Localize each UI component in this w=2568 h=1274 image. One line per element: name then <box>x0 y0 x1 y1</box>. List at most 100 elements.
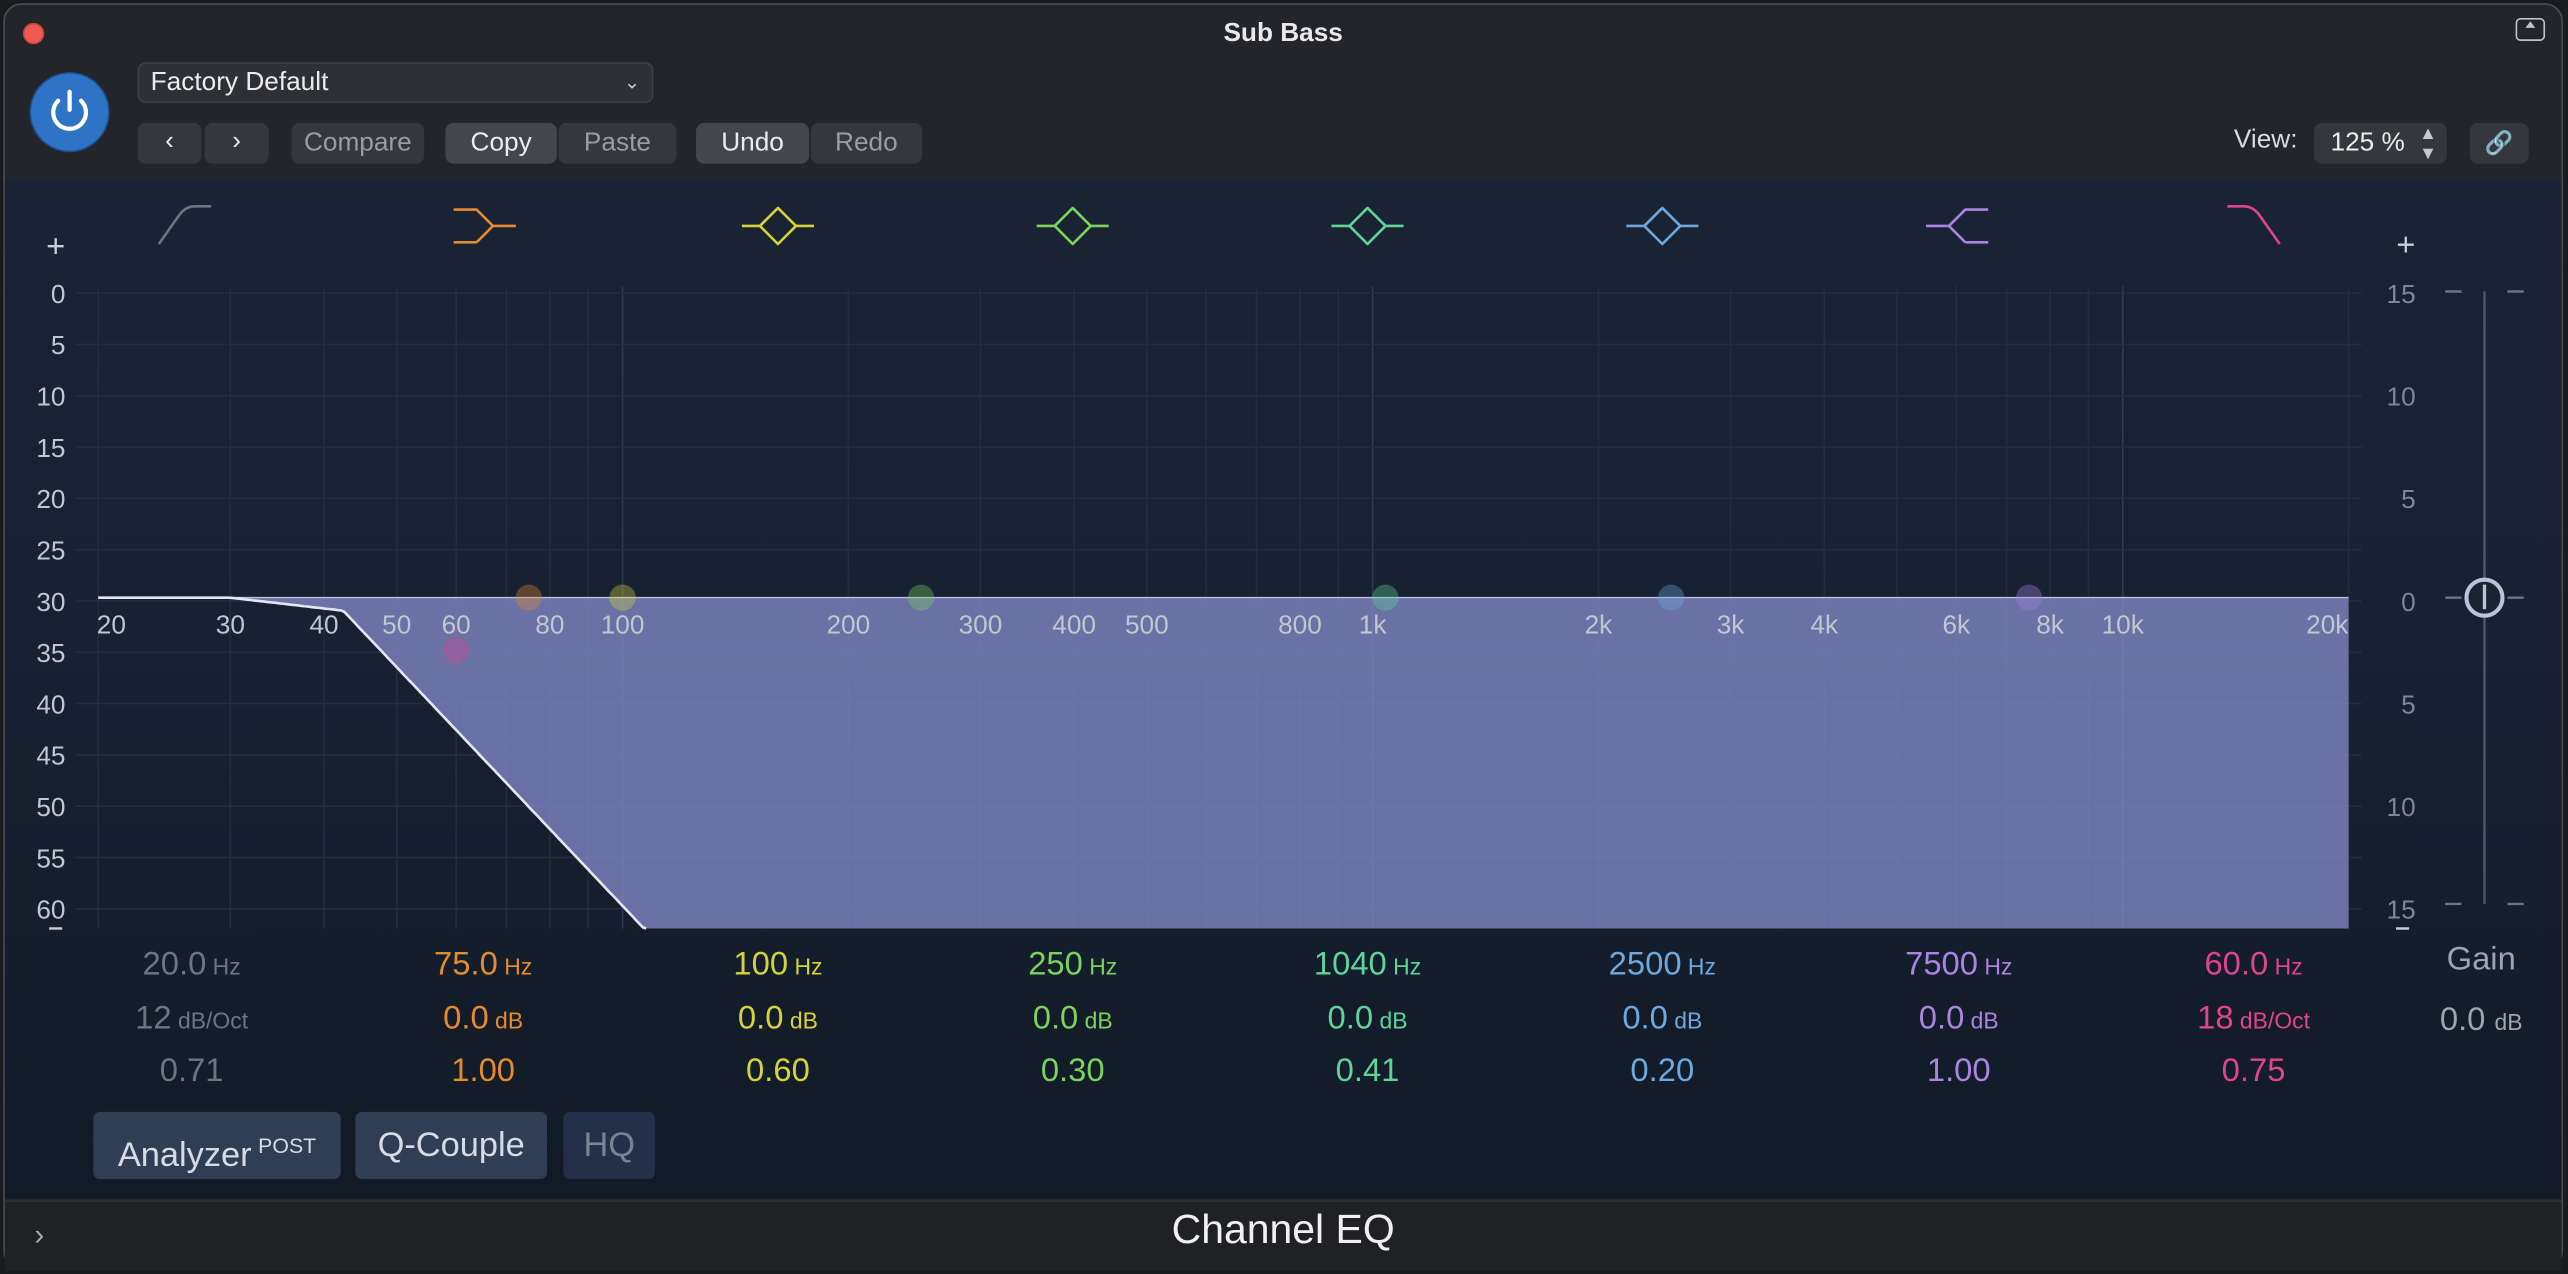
frequency-tick-label: 6k <box>1942 610 1971 640</box>
hq-button[interactable]: HQ <box>563 1111 656 1180</box>
gain-tick-label: 15 <box>2387 895 2416 925</box>
gain-slider[interactable] <box>2445 290 2524 906</box>
low-shelf-icon[interactable] <box>453 208 516 244</box>
gain-tick-label: 10 <box>2387 382 2416 412</box>
band-frequency[interactable]: 7500 Hz <box>1828 946 2090 984</box>
gain-tick-label: 15 <box>2387 279 2416 309</box>
value: 0.30 <box>1040 1052 1105 1089</box>
band-q[interactable]: 0.41 <box>1237 1053 1499 1091</box>
band-frequency[interactable]: 2500 Hz <box>1531 946 1793 984</box>
footer-bar: › Channel EQ <box>4 1200 2562 1271</box>
value: 0.75 <box>2221 1052 2286 1089</box>
plugin-name: Channel EQ <box>1171 1206 1395 1253</box>
band-gain-or-slope[interactable]: 12 dB/Oct <box>61 1001 323 1039</box>
value: 12 <box>135 1000 172 1037</box>
db-tick-label: 5 <box>51 330 66 360</box>
band-gain-or-slope[interactable]: 0.0 dB <box>942 1001 1204 1039</box>
unit: dB/Oct <box>2233 1007 2311 1034</box>
unit: dB <box>783 1007 818 1034</box>
add-right-plus[interactable]: + <box>2396 225 2415 262</box>
band-handle[interactable] <box>609 584 636 611</box>
frequency-tick-label: 80 <box>535 610 564 640</box>
db-tick-label: 25 <box>36 535 65 565</box>
bell-icon[interactable] <box>1331 206 1404 246</box>
band-gain-or-slope[interactable]: 0.0 dB <box>352 1001 614 1039</box>
value: 2500 <box>1608 946 1682 983</box>
high-shelf-icon[interactable] <box>1926 208 1989 244</box>
band-frequency[interactable]: 1040 Hz <box>1237 946 1499 984</box>
value: 100 <box>733 946 789 983</box>
q-couple-button[interactable]: Q-Couple <box>355 1111 548 1180</box>
frequency-tick-label: 50 <box>382 610 411 640</box>
value: 0.20 <box>1630 1052 1695 1089</box>
frequency-tick-label: 30 <box>216 610 245 640</box>
band-gain-or-slope[interactable]: 18 dB/Oct <box>2123 1001 2385 1039</box>
band-handle[interactable] <box>443 637 470 664</box>
db-scale-right: 15 10 5 0 5 10 15 <box>2387 279 2416 925</box>
band-handle[interactable] <box>1372 584 1399 611</box>
band-frequency[interactable]: 20.0 Hz <box>61 946 323 984</box>
value: 20.0 <box>142 946 207 983</box>
band-frequency[interactable]: 60.0 Hz <box>2123 946 2385 984</box>
db-tick-label: 20 <box>36 484 65 514</box>
bell-icon[interactable] <box>1036 206 1109 246</box>
db-tick-label: 45 <box>36 741 65 771</box>
band-frequency[interactable]: 250 Hz <box>942 946 1204 984</box>
unit: dB/Oct <box>171 1007 249 1034</box>
value: 0.41 <box>1335 1052 1400 1089</box>
gain-value[interactable]: 0.0 dB <box>2350 1002 2568 1040</box>
band-frequency[interactable]: 100 Hz <box>647 946 909 984</box>
band-gain-or-slope[interactable]: 0.0 dB <box>1531 1001 1793 1039</box>
value: 0.60 <box>746 1052 810 1089</box>
gain-label: Gain <box>2446 941 2516 978</box>
bell-icon[interactable] <box>1626 206 1699 246</box>
band-handle[interactable] <box>907 584 935 611</box>
db-tick-label: 55 <box>36 843 65 873</box>
bell-icon[interactable] <box>741 206 814 246</box>
band-frequency[interactable]: 75.0 Hz <box>352 946 614 984</box>
high-cut-icon[interactable] <box>2227 205 2281 245</box>
add-left-plus[interactable]: + <box>46 227 65 264</box>
frequency-tick-label: 3k <box>1717 610 1746 640</box>
unit: dB <box>1667 1007 1703 1034</box>
band-handle[interactable] <box>1658 584 1685 611</box>
frequency-tick-label: 500 <box>1125 610 1169 640</box>
band-q[interactable]: 0.71 <box>61 1053 323 1091</box>
frequency-tick-label: 400 <box>1052 610 1096 640</box>
value: 1.00 <box>1926 1052 1991 1089</box>
value: 0.0 <box>1032 1000 1079 1037</box>
value: 1040 <box>1313 946 1387 983</box>
frequency-tick-label: 100 <box>601 610 645 640</box>
value: 1.00 <box>451 1052 516 1089</box>
band-gain-or-slope[interactable]: 0.0 dB <box>1237 1001 1499 1039</box>
value: 18 <box>2197 1000 2234 1037</box>
db-tick-label: 40 <box>36 689 65 719</box>
band-handle[interactable] <box>2015 584 2043 611</box>
band-type-icons[interactable] <box>157 205 2281 246</box>
band-gain-or-slope[interactable]: 0.0 dB <box>647 1001 909 1039</box>
band-q[interactable]: 0.75 <box>2123 1053 2385 1091</box>
band-gain-or-slope[interactable]: 0.0 dB <box>1828 1001 2090 1039</box>
band-q[interactable]: 1.00 <box>1828 1053 2090 1091</box>
unit: Hz <box>1082 953 1118 980</box>
gain-tick-label: 5 <box>2401 484 2416 514</box>
band-q[interactable]: 0.60 <box>647 1053 909 1091</box>
value: 0.0 <box>443 1000 489 1037</box>
unit: Hz <box>788 953 823 980</box>
value: 60.0 <box>2204 946 2269 983</box>
unit: Hz <box>1977 953 2013 980</box>
gain-tick-label: 0 <box>2401 587 2416 617</box>
unit: Hz <box>1681 953 1716 980</box>
eq-curve-fill <box>98 597 2349 929</box>
frequency-tick-label: 800 <box>1278 610 1322 640</box>
value: 0.0 <box>1327 1000 1374 1037</box>
frequency-tick-label: 60 <box>442 610 471 640</box>
value: 0.0 <box>1918 1000 1965 1037</box>
low-cut-icon[interactable] <box>157 205 212 245</box>
unit: dB <box>1078 1007 1113 1034</box>
band-q[interactable]: 1.00 <box>352 1053 614 1091</box>
band-handle[interactable] <box>515 584 542 611</box>
band-q[interactable]: 0.20 <box>1531 1053 1793 1091</box>
analyzer-button[interactable]: Analyzer POST <box>93 1111 341 1180</box>
band-q[interactable]: 0.30 <box>942 1053 1204 1091</box>
